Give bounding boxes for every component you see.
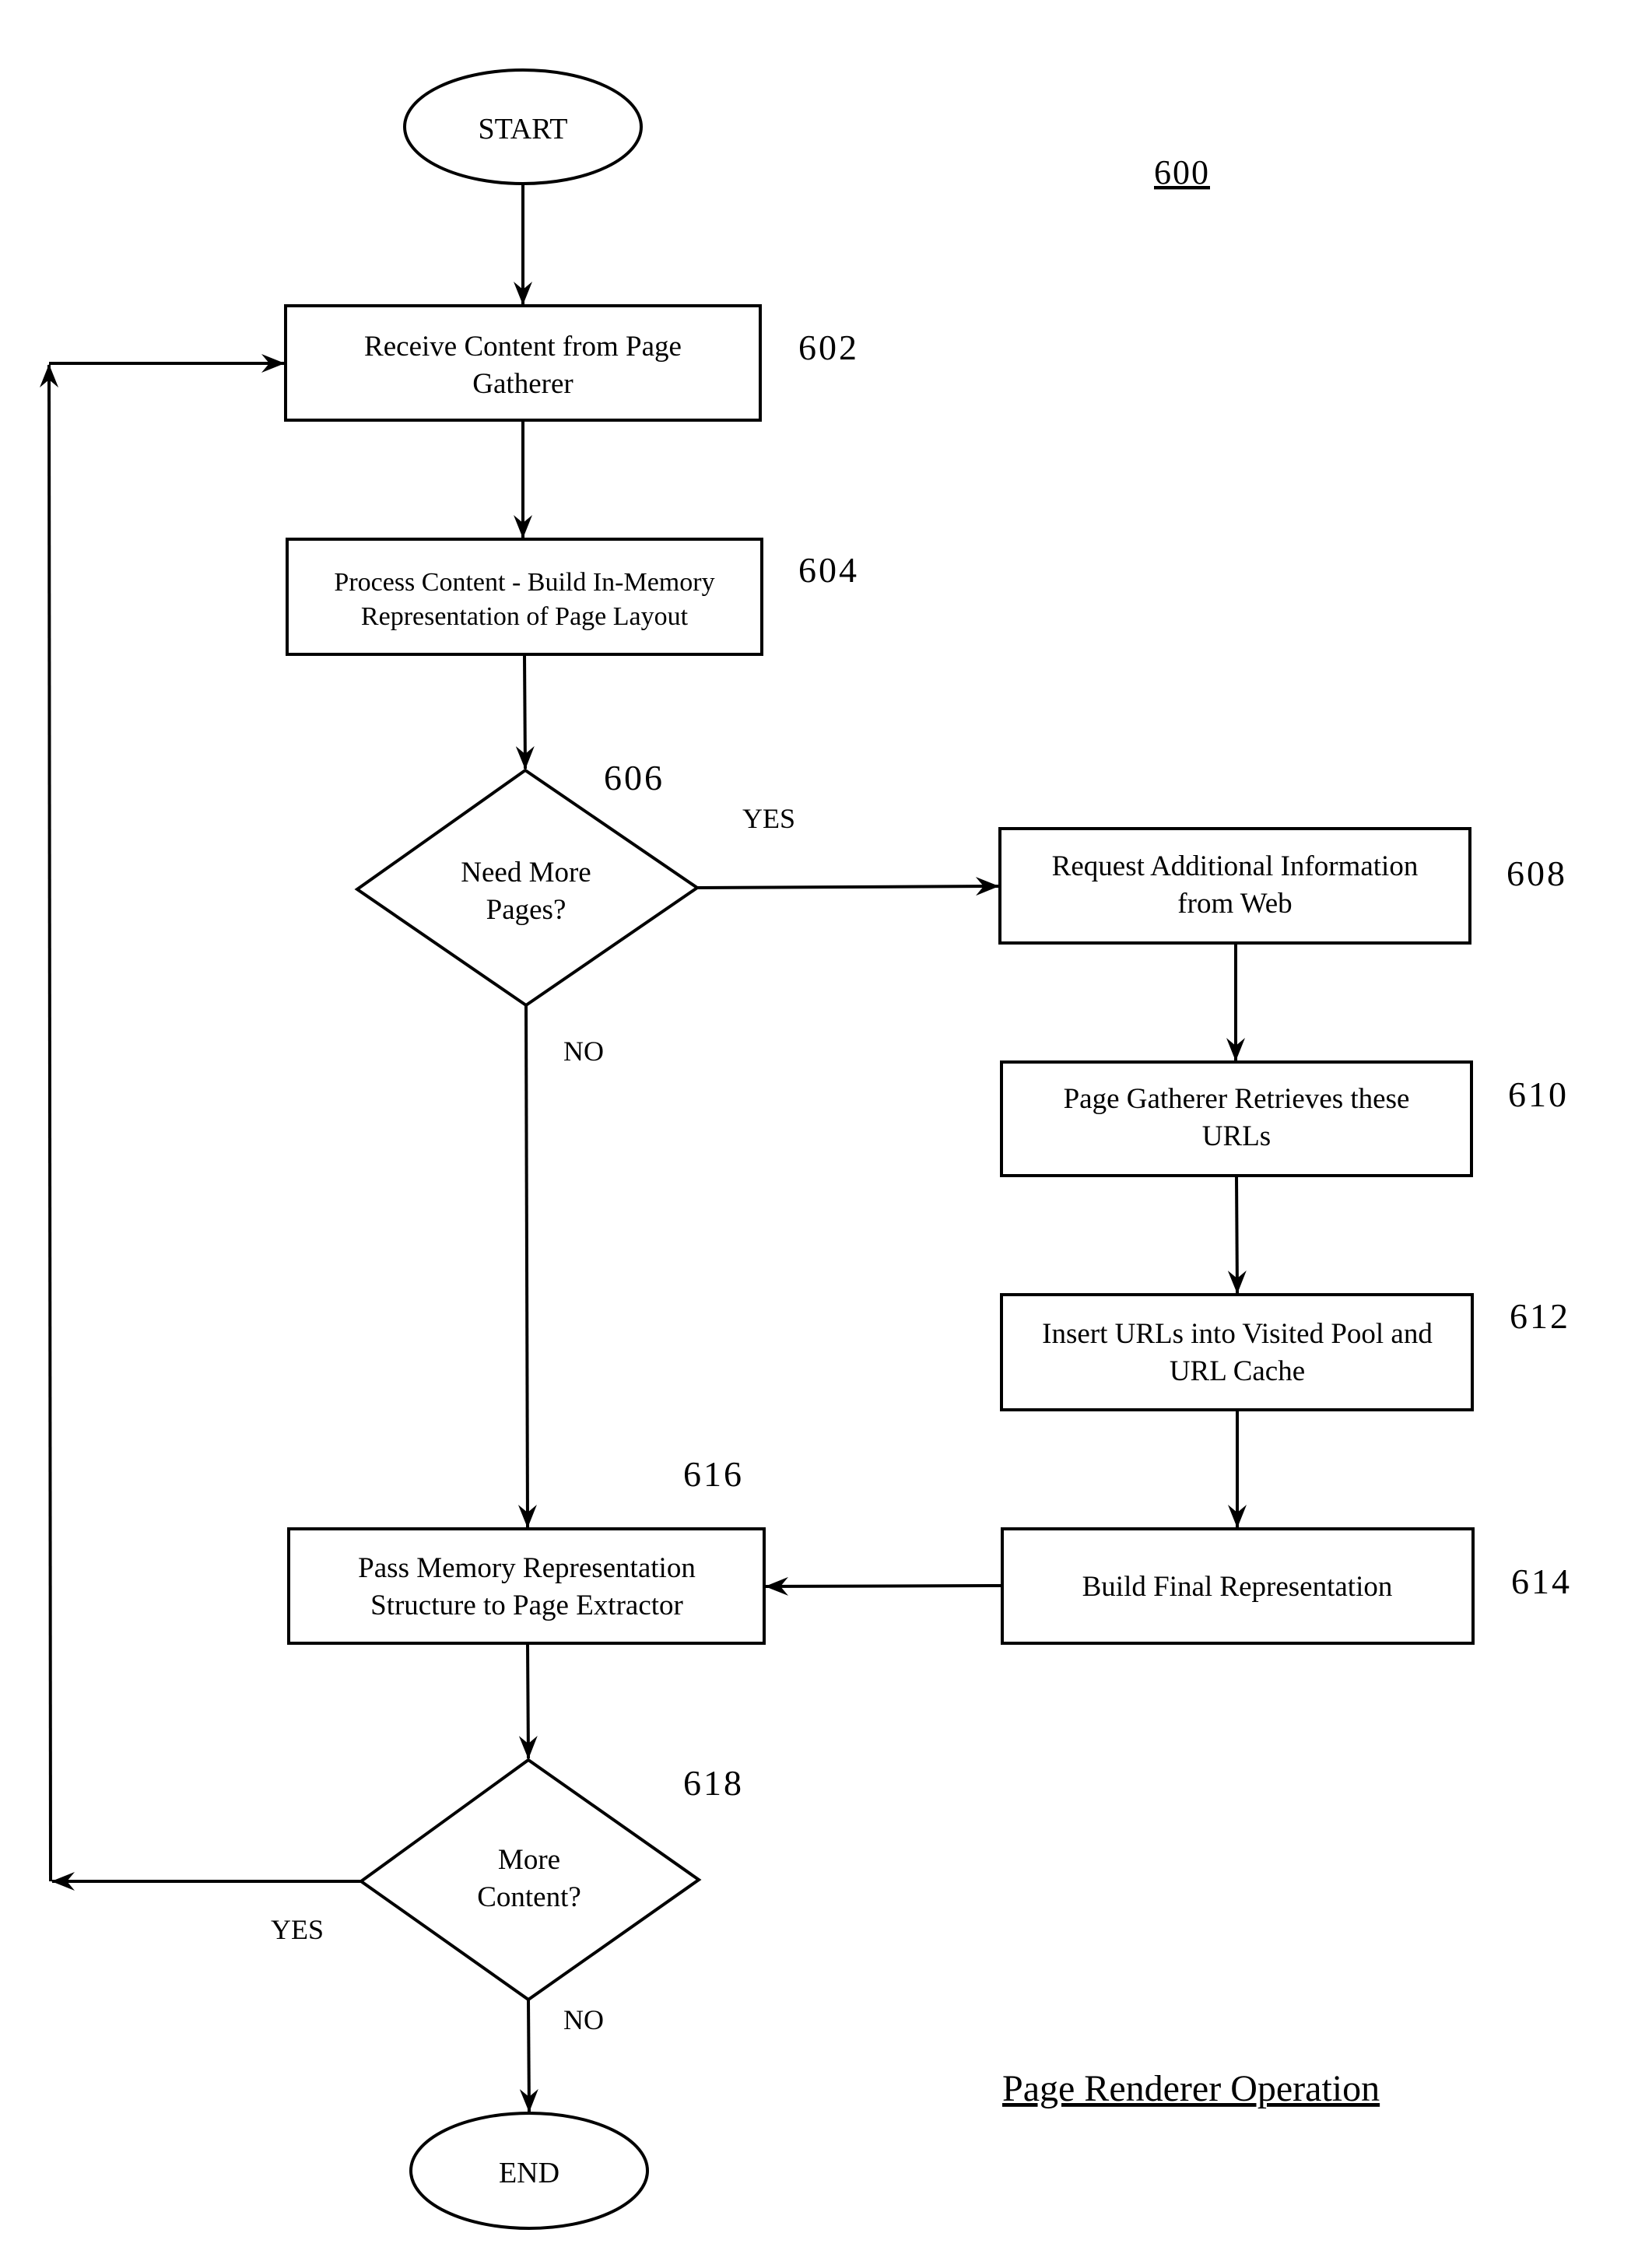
ref-608: 608 bbox=[1506, 854, 1567, 893]
start-terminal: START bbox=[403, 68, 643, 185]
step-612-box bbox=[1000, 1293, 1474, 1411]
decision-618-diamond bbox=[358, 1758, 702, 2002]
step-616-line-2: Structure to Page Extractor bbox=[370, 1590, 683, 1621]
ref-610: 610 bbox=[1508, 1074, 1569, 1114]
step-604: Process Content - Build In-Memory Repres… bbox=[286, 538, 859, 656]
figure-number: 600 bbox=[1154, 153, 1210, 191]
step-608-line-2: from Web bbox=[1177, 888, 1292, 920]
start-label: START bbox=[478, 113, 567, 145]
edge-606-yes-to-608 bbox=[696, 877, 999, 896]
end-label: END bbox=[499, 2157, 559, 2189]
ref-606: 606 bbox=[604, 758, 665, 797]
decision-618-line-1: More bbox=[498, 1844, 560, 1876]
step-610-line-1: Page Gatherer Retrieves these bbox=[1064, 1083, 1410, 1115]
edge-618-yes-up bbox=[40, 364, 59, 1882]
ref-618: 618 bbox=[683, 1763, 744, 1803]
step-612: Insert URLs into Visited Pool and URL Ca… bbox=[1000, 1293, 1570, 1411]
decision-618: More Content? 618 bbox=[358, 1758, 744, 2002]
ref-604: 604 bbox=[798, 550, 859, 590]
edge-606-no-to-616 bbox=[517, 1004, 537, 1528]
step-616-line-1: Pass Memory Representation bbox=[358, 1552, 696, 1584]
step-608-box bbox=[998, 827, 1471, 945]
step-604-line-1: Process Content - Build In-Memory bbox=[334, 568, 714, 597]
step-602: Receive Content from Page Gatherer 602 bbox=[284, 304, 859, 422]
ref-614: 614 bbox=[1511, 1562, 1572, 1601]
edge-610-to-612 bbox=[1227, 1175, 1247, 1294]
step-610-line-2: URLs bbox=[1202, 1120, 1271, 1152]
step-612-line-1: Insert URLs into Visited Pool and bbox=[1042, 1318, 1433, 1350]
branch-618-yes-label: YES bbox=[271, 1914, 324, 1945]
end-terminal: END bbox=[409, 2112, 649, 2230]
step-602-box bbox=[284, 304, 762, 422]
flowchart: 600 START Receive Content from Page Gath… bbox=[40, 68, 1572, 2230]
branch-606-yes-label: YES bbox=[742, 803, 795, 834]
branch-606-no-label: NO bbox=[563, 1036, 604, 1067]
step-616-box bbox=[287, 1527, 766, 1645]
decision-606: Need More Pages? 606 bbox=[354, 758, 700, 1008]
step-604-box bbox=[286, 538, 763, 656]
ref-602: 602 bbox=[798, 328, 859, 367]
edge-618-no-to-end bbox=[519, 1999, 538, 2112]
ref-616: 616 bbox=[683, 1454, 744, 1494]
decision-606-line-1: Need More bbox=[461, 857, 591, 889]
step-610-box bbox=[1000, 1060, 1473, 1177]
ref-612: 612 bbox=[1510, 1296, 1570, 1336]
edge-604-to-606 bbox=[515, 654, 535, 769]
step-612-line-2: URL Cache bbox=[1170, 1355, 1305, 1387]
step-602-line-2: Gatherer bbox=[472, 368, 573, 400]
figure-caption: Page Renderer Operation bbox=[1002, 2068, 1380, 2109]
step-604-line-2: Representation of Page Layout bbox=[361, 602, 689, 631]
step-602-line-1: Receive Content from Page bbox=[364, 331, 682, 363]
branch-618-no-label: NO bbox=[563, 2004, 604, 2035]
step-608-line-1: Request Additional Information bbox=[1052, 850, 1419, 882]
step-614-line-1: Build Final Representation bbox=[1082, 1571, 1393, 1603]
step-614: Build Final Representation 614 bbox=[1001, 1527, 1572, 1645]
decision-618-line-2: Content? bbox=[477, 1881, 581, 1913]
decision-606-line-2: Pages? bbox=[486, 894, 566, 926]
step-608: Request Additional Information from Web … bbox=[998, 827, 1567, 945]
step-610: Page Gatherer Retrieves these URLs 610 bbox=[1000, 1060, 1569, 1177]
